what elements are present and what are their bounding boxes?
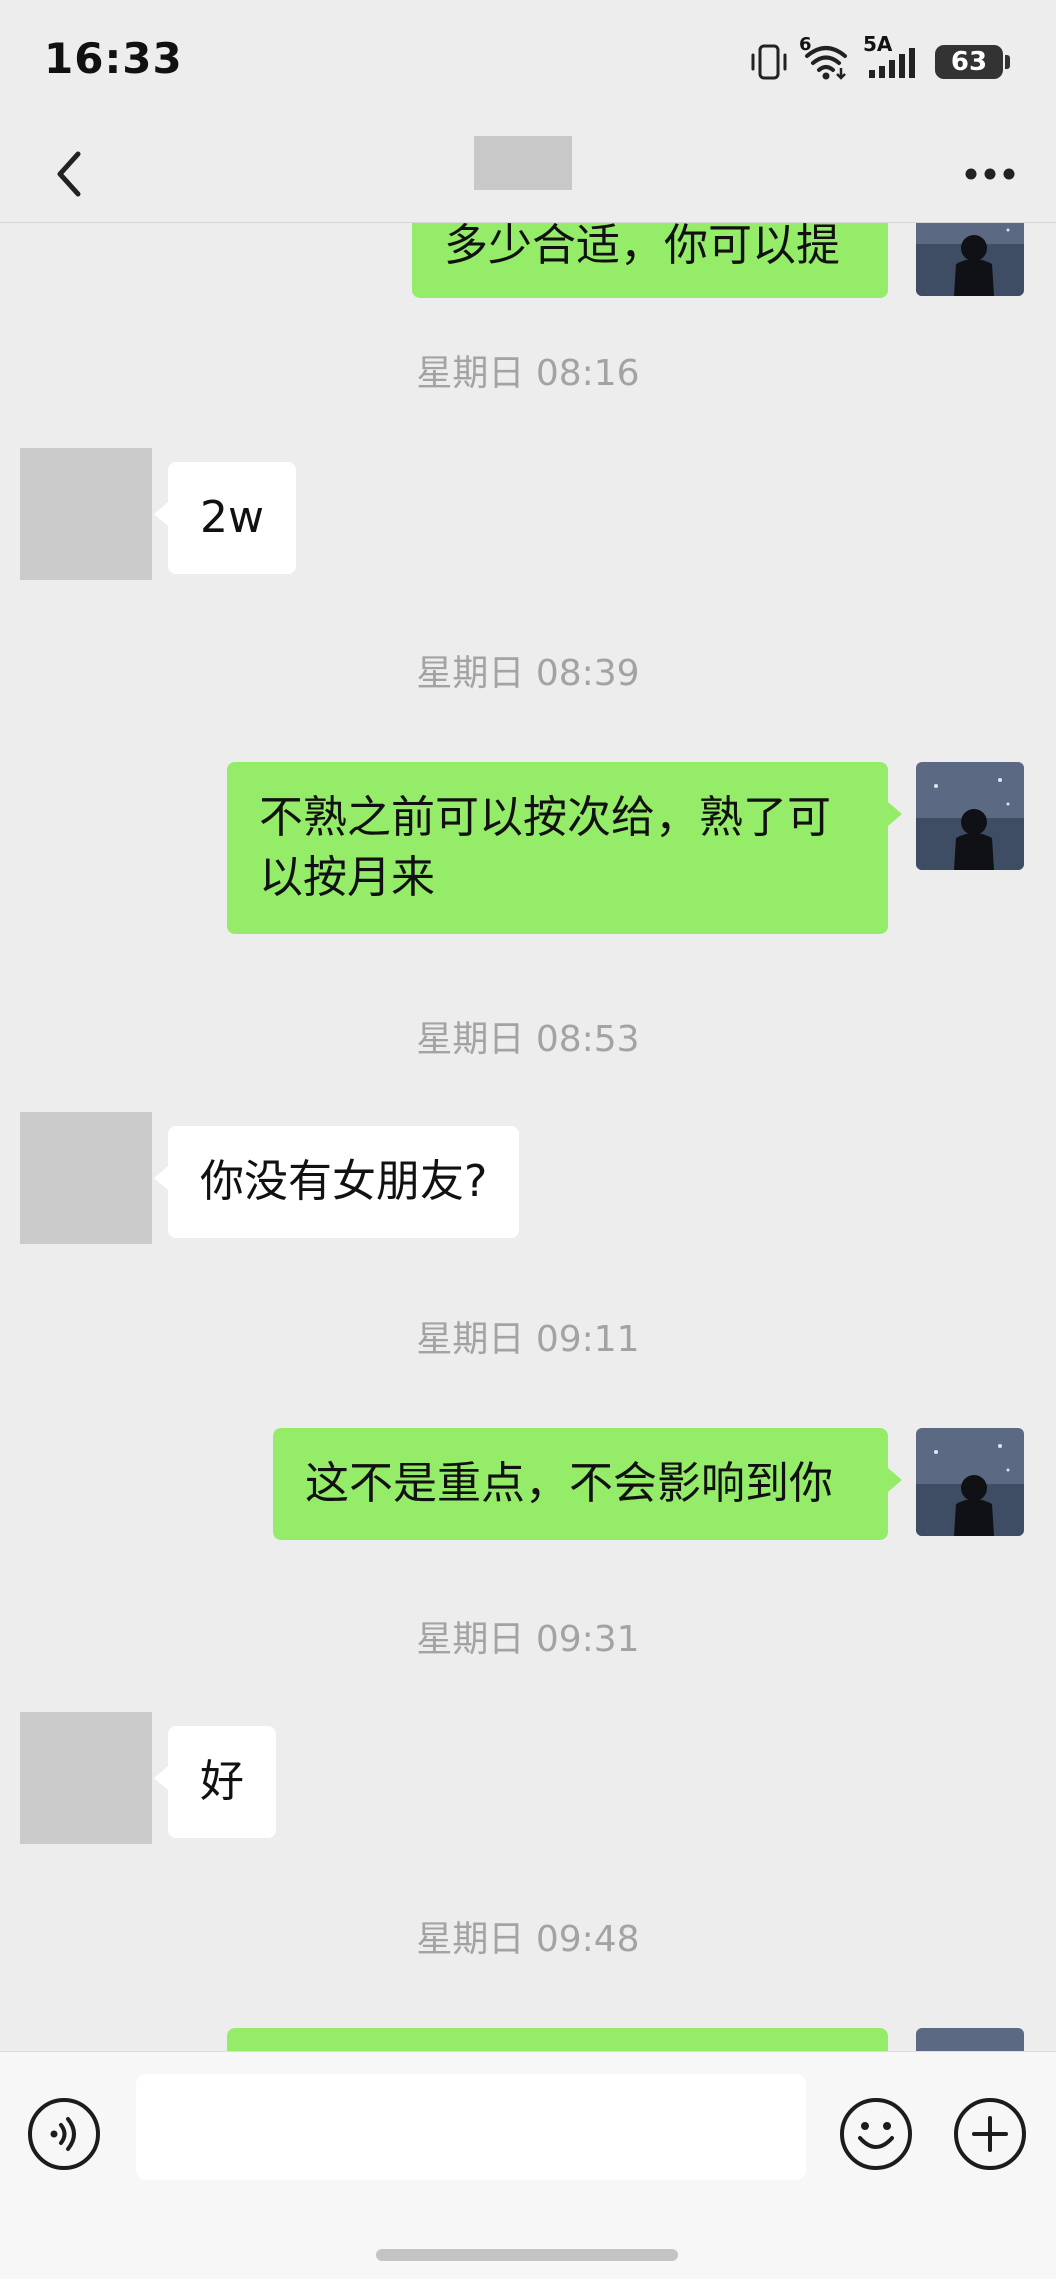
status-icons: 6 5A 63 (749, 32, 1010, 84)
message-text: 2w (200, 492, 264, 543)
message-input[interactable] (136, 2074, 806, 2180)
message-list[interactable]: 多少合适，你可以提 星期日 08:16 2w 星期日 08:39 不熟之前可以按… (0, 222, 1056, 2051)
my-avatar[interactable] (916, 762, 1024, 870)
more-options-button[interactable] (956, 144, 1024, 204)
back-button[interactable] (40, 144, 100, 204)
battery-cap (1005, 55, 1010, 69)
contact-avatar-redacted[interactable] (20, 1712, 152, 1844)
my-avatar[interactable] (916, 2028, 1024, 2051)
battery-level: 63 (935, 45, 1003, 79)
voice-icon (28, 2098, 100, 2170)
status-time: 16:33 (44, 34, 183, 83)
emoji-button[interactable] (836, 2094, 916, 2174)
contact-avatar-redacted[interactable] (20, 448, 152, 580)
chevron-left-icon (57, 151, 81, 197)
message-timestamp: 星期日 09:11 (416, 1319, 640, 1360)
more-dots-icon (965, 168, 1015, 180)
message-timestamp: 星期日 08:39 (416, 653, 640, 694)
more-functions-button[interactable] (950, 2094, 1030, 2174)
chat-title-redacted (474, 136, 572, 190)
wifi-generation-label: 6 (799, 34, 812, 55)
home-indicator[interactable] (376, 2249, 678, 2261)
message-timestamp: 星期日 08:16 (416, 353, 640, 394)
avatar-image (916, 2028, 1024, 2051)
message-text: 你没有女朋友? (200, 1156, 488, 1207)
message-timestamp: 星期日 08:53 (416, 1019, 640, 1060)
status-bar: 16:33 6 5A 63 (0, 0, 1056, 126)
chat-header (0, 126, 1056, 223)
avatar-image (916, 1428, 1024, 1536)
avatar-image (916, 762, 1024, 870)
voice-input-button[interactable] (24, 2094, 104, 2174)
message-bubble-outgoing[interactable] (227, 2028, 888, 2051)
message-bubble-incoming[interactable]: 2w (154, 462, 296, 574)
message-text: 不熟之前可以按次给，熟了可以按月来 (259, 792, 831, 903)
message-timestamp: 星期日 09:31 (416, 1619, 640, 1660)
my-avatar[interactable] (916, 1428, 1024, 1536)
wifi-icon: 6 (799, 34, 849, 82)
plus-icon (954, 2098, 1026, 2170)
battery-indicator: 63 (935, 45, 1010, 79)
contact-avatar-redacted[interactable] (20, 1112, 152, 1244)
vibrate-icon (749, 42, 789, 82)
cellular-signal-icon: 5A (863, 32, 921, 82)
avatar-image (916, 222, 1024, 296)
input-bar (0, 2051, 1056, 2279)
network-type-label: 5A (863, 32, 893, 56)
message-bubble-incoming[interactable]: 你没有女朋友? (153, 1126, 520, 1238)
message-text: 这不是重点，不会影响到你 (305, 1458, 833, 1509)
message-bubble-outgoing[interactable]: 不熟之前可以按次给，熟了可以按月来 (227, 762, 902, 934)
message-bubble-outgoing[interactable]: 多少合适，你可以提 (412, 222, 888, 298)
emoji-icon (840, 2098, 912, 2170)
message-text: 多少合适，你可以提 (444, 222, 840, 271)
message-timestamp: 星期日 09:48 (416, 1919, 640, 1960)
my-avatar[interactable] (916, 222, 1024, 296)
message-text: 好 (200, 1756, 244, 1807)
message-bubble-outgoing[interactable]: 这不是重点，不会影响到你 (273, 1428, 902, 1540)
message-bubble-incoming[interactable]: 好 (154, 1726, 276, 1838)
